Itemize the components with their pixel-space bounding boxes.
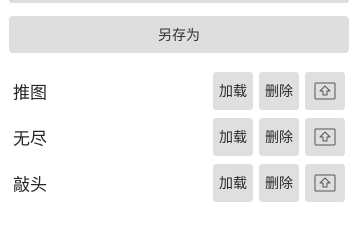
load-button[interactable]: 加载 [213,118,253,156]
upload-icon [314,128,336,146]
preset-name: 敲头 [13,175,47,196]
preset-row: 无尽 加载 删除 [0,118,360,156]
load-button[interactable]: 加载 [213,72,253,110]
top-partial-bar[interactable] [9,0,349,3]
upload-icon [314,174,336,192]
upload-button[interactable] [305,72,345,110]
delete-button[interactable]: 删除 [259,118,299,156]
upload-button[interactable] [305,164,345,202]
preset-row: 敲头 加载 删除 [0,164,360,202]
delete-button[interactable]: 删除 [259,164,299,202]
preset-row: 推图 加载 删除 [0,72,360,110]
preset-page: 另存为 推图 加载 删除 无尽 加载 删除 敲头 加载 删除 [0,0,360,202]
load-button[interactable]: 加载 [213,164,253,202]
preset-name: 无尽 [13,129,47,150]
delete-button[interactable]: 删除 [259,72,299,110]
save-as-button[interactable]: 另存为 [9,16,349,53]
upload-button[interactable] [305,118,345,156]
preset-name: 推图 [13,83,47,104]
upload-icon [314,82,336,100]
